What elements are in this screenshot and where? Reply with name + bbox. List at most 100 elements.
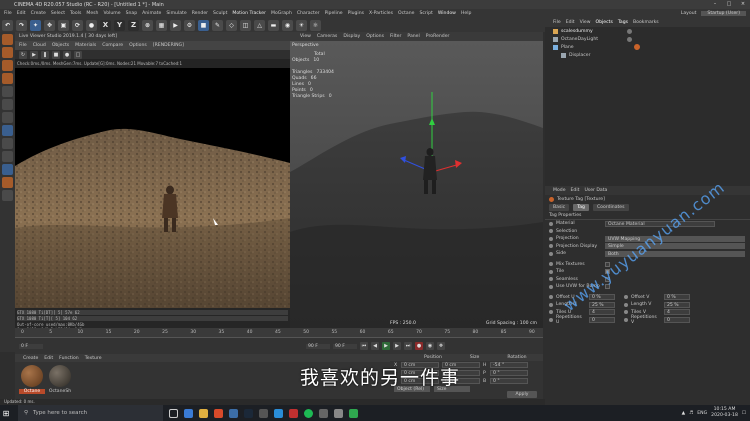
snap-icon[interactable] [2, 151, 13, 162]
om-menu-bookmarks[interactable]: Bookmarks [633, 20, 659, 25]
tiles-u-field[interactable]: 4 [589, 309, 615, 316]
render-settings-icon[interactable]: ⚙ [184, 19, 195, 31]
mat-menu-texture[interactable]: Texture [85, 356, 102, 361]
vp-menu-panel[interactable]: Panel [407, 34, 419, 39]
notification-icon[interactable]: ☐ [742, 411, 746, 416]
pen-icon[interactable]: ✎ [212, 19, 223, 31]
timeline-ruler[interactable]: 0 5 10 15 20 25 30 35 40 45 50 55 60 65 70 75 80 85 90 [15, 328, 543, 338]
object-item[interactable]: Plane [545, 43, 750, 51]
apply-button[interactable]: Apply [507, 391, 537, 398]
light-icon[interactable]: ☀ [296, 19, 307, 31]
lv-menu-options[interactable]: Options [129, 43, 147, 48]
menu-tools[interactable]: Tools [70, 11, 81, 16]
menu-select[interactable]: Select [51, 11, 65, 16]
lv-menu-objects[interactable]: Objects [52, 43, 69, 48]
taskbar-search[interactable]: ⚲ Type here to search [18, 405, 163, 421]
om-menu-tags[interactable]: Tags [618, 20, 628, 25]
render-region-icon[interactable]: ▦ [156, 19, 167, 31]
close-button[interactable]: × [736, 0, 750, 9]
app-icon[interactable] [319, 408, 328, 418]
animation-dot-icon[interactable] [549, 251, 553, 256]
menu-help[interactable]: Help [461, 11, 471, 16]
vp-menu-filter[interactable]: Filter [390, 34, 401, 39]
go-to-end-icon[interactable]: ⏭ [404, 342, 412, 350]
animation-dot-icon[interactable] [549, 221, 553, 226]
lv-menu-cloud[interactable]: Cloud [33, 43, 46, 48]
model-mode-icon[interactable] [2, 47, 13, 58]
animation-dot-icon[interactable] [549, 310, 553, 315]
menu-edit[interactable]: Edit [17, 11, 26, 16]
animation-dot-icon[interactable] [549, 229, 553, 234]
vp-menu-cameras[interactable]: Cameras [317, 34, 337, 39]
prev-key-icon[interactable]: ◀ [371, 342, 379, 350]
texture-mode-icon[interactable] [2, 60, 13, 71]
spotify-icon[interactable] [304, 408, 313, 418]
repetitions-v-field[interactable]: 0 [664, 316, 690, 323]
lock-icon[interactable] [2, 190, 13, 201]
app-icon[interactable] [334, 408, 343, 418]
menu-mograph[interactable]: MoGraph [271, 11, 292, 16]
mat-menu-function[interactable]: Function [59, 356, 79, 361]
recent-tool-icon[interactable]: ● [86, 19, 97, 31]
menu-mesh[interactable]: Mesh [86, 11, 98, 16]
om-menu-objects[interactable]: Objects [596, 20, 613, 25]
am-menu-edit[interactable]: Edit [571, 188, 580, 193]
tiles-v-field[interactable]: 4 [664, 309, 690, 316]
menu-plugins[interactable]: Plugins [348, 11, 364, 16]
menu-pipeline[interactable]: Pipeline [325, 11, 343, 16]
am-menu-user-data[interactable]: User Data [584, 188, 607, 193]
steam-icon[interactable] [244, 408, 253, 418]
menu-octane[interactable]: Octane [398, 11, 415, 16]
menu-volume[interactable]: Volume [103, 11, 120, 16]
app-icon[interactable] [259, 408, 268, 418]
animation-dot-icon[interactable] [549, 269, 553, 274]
repetitions-u-field[interactable]: 0 [589, 316, 615, 323]
edges-mode-icon[interactable] [2, 99, 13, 110]
object-item[interactable]: scalesdummy [545, 27, 750, 35]
play-icon[interactable]: ▶ [382, 342, 390, 350]
camera-icon[interactable]: ◉ [282, 19, 293, 31]
workplane-icon[interactable] [2, 73, 13, 84]
move-icon[interactable]: ✥ [44, 19, 55, 31]
menu-window[interactable]: Window [438, 11, 456, 16]
menu-file[interactable]: File [4, 11, 12, 16]
deformer-icon[interactable]: △ [254, 19, 265, 31]
lv-menu-compare[interactable]: Compare [102, 43, 123, 48]
menu-render[interactable]: Render [192, 11, 208, 16]
lv-menu-file[interactable]: File [19, 43, 27, 48]
x-axis-button[interactable]: X [100, 19, 111, 31]
menu-simulate[interactable]: Simulate [166, 11, 186, 16]
tab-coordinates[interactable]: Coordinates [592, 204, 629, 211]
am-menu-mode[interactable]: Mode [553, 188, 566, 193]
object-item[interactable]: Displacer [545, 51, 750, 59]
edge-icon[interactable] [184, 408, 193, 418]
render-view-icon[interactable]: ▶ [170, 19, 181, 31]
tweak-icon[interactable] [2, 138, 13, 149]
subdivision-icon[interactable]: ◇ [226, 19, 237, 31]
material-swatch-octanesh[interactable] [49, 365, 71, 387]
animation-dot-icon[interactable] [624, 310, 628, 315]
make-editable-icon[interactable] [2, 34, 13, 45]
points-mode-icon[interactable] [2, 86, 13, 97]
redo-icon[interactable]: ↷ [16, 19, 27, 31]
object-name[interactable]: scalesdummy [561, 29, 593, 34]
lv-stop-icon[interactable]: ■ [52, 50, 60, 59]
menu-snap[interactable]: Snap [126, 11, 138, 16]
frame-end-field-2[interactable]: 90 F [333, 343, 357, 349]
frame-end-field[interactable]: 90 F [306, 343, 330, 349]
length-u-field[interactable]: 25 % [589, 301, 615, 308]
vp-menu-display[interactable]: Display [343, 34, 360, 39]
om-menu-edit[interactable]: Edit [566, 20, 575, 25]
rotation-h-field[interactable]: -54 ° [490, 362, 528, 368]
octane-icon[interactable]: ⚛ [310, 19, 321, 31]
workplane-lock-icon[interactable] [2, 164, 13, 175]
object-item[interactable]: OctaneDayLight [545, 35, 750, 43]
maximize-button[interactable]: □ [722, 0, 736, 9]
language-indicator[interactable]: ENG [697, 411, 707, 416]
app-icon[interactable] [274, 408, 283, 418]
enable-axis-icon[interactable] [2, 125, 13, 136]
app-icon[interactable] [289, 408, 298, 418]
file-explorer-icon[interactable] [199, 408, 208, 418]
cube-icon[interactable]: ■ [198, 19, 209, 31]
animation-dot-icon[interactable] [549, 244, 553, 249]
